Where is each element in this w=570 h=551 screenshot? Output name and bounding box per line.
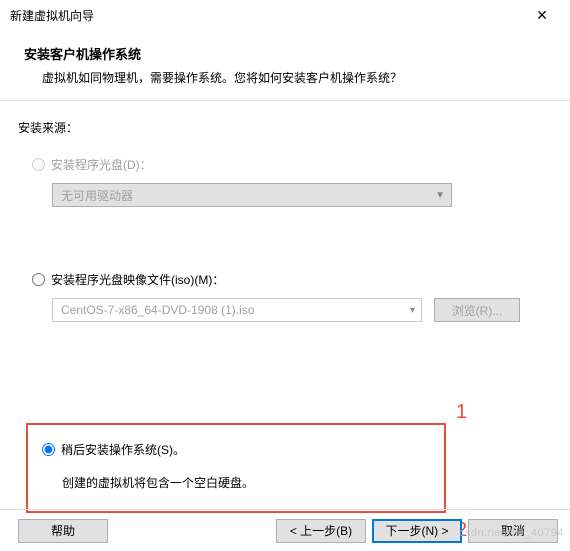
wizard-header: 安装客户机操作系统 虚拟机如同物理机，需要操作系统。您将如何安装客户机操作系统？ xyxy=(0,30,570,101)
next-button[interactable]: 下一步(N) > xyxy=(372,519,462,543)
chevron-down-icon: ▼ xyxy=(435,190,445,201)
option-later-label: 稍后安装操作系统(S)。 xyxy=(61,441,185,458)
back-button[interactable]: < 上一步(B) xyxy=(276,519,366,543)
option-later[interactable]: 稍后安装操作系统(S)。 xyxy=(28,439,444,460)
cancel-label: 取消 xyxy=(501,522,525,539)
header-subtitle: 虚拟机如同物理机，需要操作系统。您将如何安装客户机操作系统？ xyxy=(24,69,546,86)
iso-file-dropdown: CentOS-7-x86_64-DVD-1908 (1).iso ▾ xyxy=(52,298,422,322)
drive-dropdown: 无可用驱动器 ▼ xyxy=(52,183,452,207)
cancel-button[interactable]: 取消 xyxy=(468,519,558,543)
wizard-content: 安装来源： 安装程序光盘(D)： 无可用驱动器 ▼ 安装程序光盘映像文件(iso… xyxy=(0,101,570,336)
browse-button: 浏览(R)... xyxy=(434,298,520,322)
chevron-down-icon: ▾ xyxy=(410,305,415,316)
close-icon: ✕ xyxy=(536,7,548,24)
option-later-highlight: 稍后安装操作系统(S)。 创建的虚拟机将包含一个空白硬盘。 xyxy=(26,423,446,513)
option-disc-radio xyxy=(32,158,45,171)
help-label: 帮助 xyxy=(51,522,75,539)
browse-label: 浏览(R)... xyxy=(452,302,503,319)
option-later-hint: 创建的虚拟机将包含一个空白硬盘。 xyxy=(28,474,444,491)
drive-dropdown-value: 无可用驱动器 xyxy=(61,187,133,204)
option-disc: 安装程序光盘(D)： xyxy=(18,154,552,175)
window-title: 新建虚拟机向导 xyxy=(10,7,522,24)
option-disc-label: 安装程序光盘(D)： xyxy=(51,156,152,173)
option-iso-label: 安装程序光盘映像文件(iso)(M)： xyxy=(51,271,224,288)
iso-file-name: CentOS-7-x86_64-DVD-1908 (1).iso xyxy=(61,303,254,317)
option-iso-radio[interactable] xyxy=(32,273,45,286)
header-heading: 安装客户机操作系统 xyxy=(24,44,546,63)
install-source-label: 安装来源： xyxy=(18,119,552,136)
annotation-1: 1 xyxy=(456,401,467,424)
close-button[interactable]: ✕ xyxy=(522,0,562,30)
titlebar: 新建虚拟机向导 ✕ xyxy=(0,0,570,30)
option-iso[interactable]: 安装程序光盘映像文件(iso)(M)： xyxy=(18,269,552,290)
wizard-buttons: 帮助 < 上一步(B) 下一步(N) > 取消 xyxy=(0,509,570,551)
option-later-radio[interactable] xyxy=(42,443,55,456)
next-label: 下一步(N) > xyxy=(385,522,448,539)
back-label: < 上一步(B) xyxy=(290,522,352,539)
help-button[interactable]: 帮助 xyxy=(18,519,108,543)
